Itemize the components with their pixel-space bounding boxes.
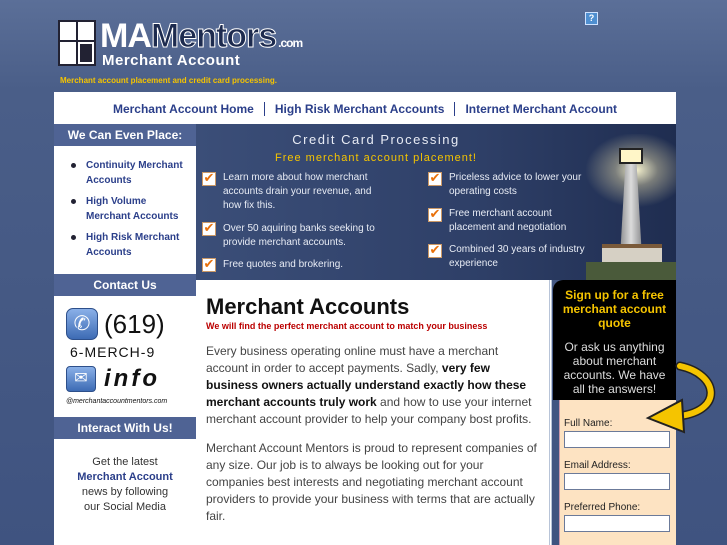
- checkmark-icon: ✔: [202, 171, 216, 186]
- checkmark-icon: ✔: [428, 243, 442, 258]
- phone-label: Preferred Phone:: [564, 502, 641, 513]
- phone-area-code: (619): [104, 308, 165, 339]
- feature-right-1: Priceless advice to lower your operating…: [449, 172, 582, 197]
- social-merchant-link[interactable]: Merchant Account: [77, 471, 173, 483]
- social-line-2: news by following: [81, 486, 169, 498]
- checkmark-icon: ✔: [202, 257, 216, 272]
- email-domain: @merchantaccountmentors.com: [66, 398, 168, 405]
- feature-right-3: Combined 30 years of industry experience: [449, 244, 585, 269]
- top-nav: Merchant Account Home High Risk Merchant…: [54, 92, 676, 124]
- hero-banner: Credit Card Processing Free merchant acc…: [196, 124, 676, 280]
- nav-item-internet-merchant[interactable]: Internet Merchant Account: [454, 102, 627, 116]
- nav-item-merchant-account-home[interactable]: Merchant Account Home: [103, 102, 264, 116]
- social-line-1: Get the latest: [92, 456, 158, 468]
- social-line-3: our Social Media: [84, 501, 166, 513]
- feature-right-2: Free merchant account placement and nego…: [449, 208, 567, 233]
- banner-title: Credit Card Processing: [292, 132, 460, 147]
- banner-subtitle: Free merchant account placement!: [275, 152, 477, 164]
- phone-number[interactable]: 6-MERCH-9: [70, 344, 188, 360]
- signup-title: Sign up for a free merchant account quot…: [562, 288, 667, 330]
- email-user[interactable]: info: [104, 365, 160, 393]
- phone-row: ✆ (619): [66, 306, 188, 342]
- intro-paragraph: Every business operating online must hav…: [206, 344, 532, 426]
- place-item-high-risk[interactable]: High Risk Merchant Accounts: [68, 230, 190, 260]
- page-subtitle: We will find the perfect merchant accoun…: [206, 321, 488, 331]
- place-heading: We Can Even Place:: [54, 124, 196, 148]
- envelope-icon: ✉: [66, 366, 96, 392]
- lighthouse-image: [576, 124, 676, 280]
- checkmark-icon: ✔: [202, 221, 216, 236]
- place-list: Continuity Merchant Accounts High Volume…: [54, 148, 196, 274]
- help-icon[interactable]: ?: [585, 12, 598, 25]
- email-label: Email Address:: [564, 460, 631, 471]
- contact-heading: Contact Us: [54, 274, 196, 298]
- social-blurb: Get the latest Merchant Account news by …: [54, 441, 196, 515]
- about-paragraph: Merchant Account Mentors is proud to rep…: [206, 441, 537, 523]
- page-title: Merchant Accounts: [206, 294, 410, 319]
- site-tagline: Merchant account placement and credit ca…: [60, 76, 277, 85]
- phone-icon: ✆: [66, 308, 98, 340]
- contact-block: ✆ (619) 6-MERCH-9 ✉ info @merchantaccoun…: [54, 298, 196, 409]
- feature-left-1: Learn more about how merchant accounts d…: [223, 172, 372, 211]
- feature-left-2: Over 50 aquiring banks seeking to provid…: [223, 223, 375, 248]
- phone-input[interactable]: [564, 515, 670, 532]
- checkmark-icon: ✔: [428, 171, 442, 186]
- logo-subtitle: Merchant Account: [102, 52, 241, 69]
- left-sidebar: We Can Even Place: Continuity Merchant A…: [54, 124, 196, 545]
- email-input[interactable]: [564, 473, 670, 490]
- curved-arrow-icon: [645, 361, 716, 434]
- checkmark-icon: ✔: [428, 207, 442, 222]
- interact-heading: Interact With Us!: [54, 417, 196, 441]
- main-content: Merchant Accounts We will find the perfe…: [196, 280, 552, 545]
- mail-row: ✉ info: [66, 362, 188, 396]
- site-logo[interactable]: MAMentors .com Merchant Account: [58, 18, 318, 70]
- place-item-high-volume[interactable]: High Volume Merchant Accounts: [68, 194, 190, 224]
- nav-item-high-risk[interactable]: High Risk Merchant Accounts: [263, 102, 455, 116]
- logo-emblem: [58, 20, 96, 66]
- place-item-continuity[interactable]: Continuity Merchant Accounts: [68, 158, 190, 188]
- feature-left-3: Free quotes and brokering.: [223, 259, 344, 270]
